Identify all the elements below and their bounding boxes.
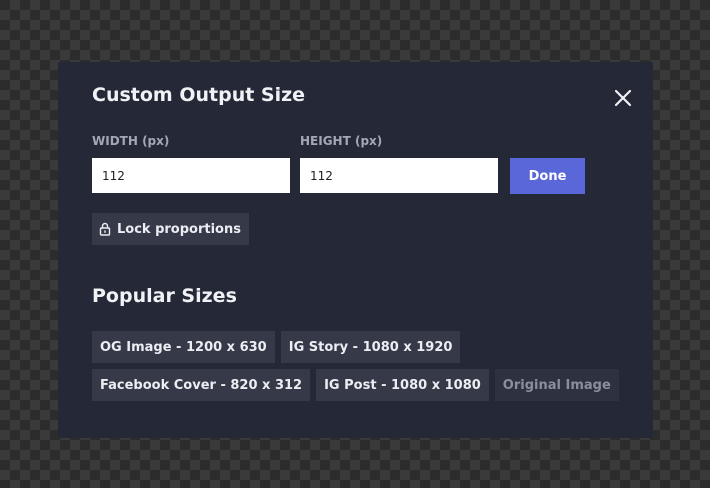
size-option-facebook-cover[interactable]: Facebook Cover - 820 x 312 <box>92 369 311 401</box>
lock-proportions-label: Lock proportions <box>117 221 241 237</box>
custom-output-size-dialog: Custom Output Size WIDTH (px) HEIGHT (px… <box>58 62 653 438</box>
popular-sizes-row: OG Image - 1200 x 630 IG Story - 1080 x … <box>92 331 461 363</box>
width-input[interactable] <box>92 158 290 193</box>
close-icon <box>614 89 632 107</box>
lock-proportions-button[interactable]: Lock proportions <box>92 213 249 245</box>
lock-icon <box>99 222 111 236</box>
done-button[interactable]: Done <box>510 158 585 194</box>
height-label: HEIGHT (px) <box>300 134 383 148</box>
popular-sizes-title: Popular Sizes <box>92 285 237 307</box>
size-option-original-image[interactable]: Original Image <box>494 369 619 401</box>
close-button[interactable] <box>611 86 635 110</box>
width-label: WIDTH (px) <box>92 134 170 148</box>
size-option-ig-story[interactable]: IG Story - 1080 x 1920 <box>280 331 461 363</box>
size-option-ig-post[interactable]: IG Post - 1080 x 1080 <box>316 369 489 401</box>
popular-sizes-row: Facebook Cover - 820 x 312 IG Post - 108… <box>92 369 619 401</box>
size-option-og-image[interactable]: OG Image - 1200 x 630 <box>92 331 275 363</box>
height-input[interactable] <box>300 158 498 193</box>
dialog-title: Custom Output Size <box>92 84 306 106</box>
